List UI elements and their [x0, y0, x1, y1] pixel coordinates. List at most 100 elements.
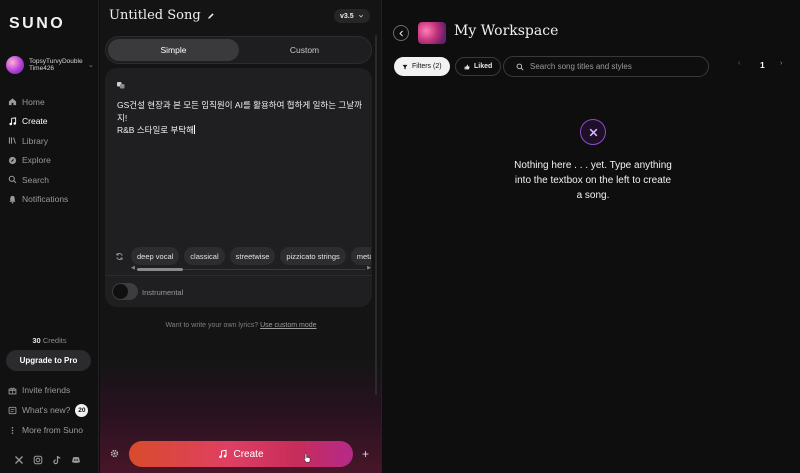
create-panel: Untitled Song v3.5 Simple Custom GS건설 현장… — [100, 0, 382, 473]
invite-friends-label: Invite friends — [22, 385, 71, 395]
nav-item-label: Search — [22, 174, 49, 185]
discord-icon[interactable] — [71, 455, 81, 465]
main-nav: Home Create Library Explore Search Notif… — [8, 92, 94, 209]
nav-item-search[interactable]: Search — [8, 170, 94, 190]
search-icon — [516, 63, 524, 71]
newspaper-icon — [8, 406, 17, 414]
style-chips: deep vocal classical streetwise pizzicat… — [131, 247, 371, 267]
whats-new-label: What's new? — [22, 405, 71, 415]
prompt-card: GS건설 현장과 본 모든 임직원이 AI를 활용하여 협하게 일하는 그날까지… — [105, 68, 372, 307]
style-chip[interactable]: metal — [350, 247, 371, 265]
workspace-thumbnail — [418, 22, 446, 44]
chevron-left-icon — [398, 30, 403, 36]
gear-icon[interactable] — [110, 449, 119, 458]
compass-icon — [8, 156, 17, 164]
nav-item-label: Explore — [22, 155, 51, 166]
scroll-right-icon[interactable]: ▶ — [367, 265, 371, 271]
search-icon — [8, 175, 17, 184]
invite-friends-link[interactable]: Invite friends — [8, 380, 94, 400]
shuffle-prompt-icon[interactable] — [116, 80, 126, 90]
model-version-select[interactable]: v3.5 — [334, 9, 370, 23]
library-icon — [8, 137, 16, 144]
chevron-left-icon[interactable]: ‹ — [738, 60, 740, 67]
tab-custom[interactable]: Custom — [239, 39, 370, 61]
chevron-right-icon[interactable]: › — [780, 60, 782, 67]
home-icon — [8, 98, 17, 106]
nav-item-label: Library — [22, 135, 48, 146]
bell-icon — [9, 195, 16, 204]
text-caret — [193, 125, 195, 134]
tab-simple[interactable]: Simple — [108, 39, 239, 61]
credits-count: 30 — [32, 336, 41, 345]
workspace: My Workspace Filters (2) Liked ‹ 1 › Not… — [383, 0, 800, 473]
social-links — [14, 455, 81, 465]
nav-item-library[interactable]: Library — [8, 131, 94, 151]
more-vertical-icon — [11, 426, 14, 434]
bottom-nav: Invite friends What's new? 20 More from … — [8, 380, 94, 440]
pencil-icon[interactable] — [207, 12, 215, 20]
x-icon[interactable] — [14, 455, 24, 465]
scroll-thumb[interactable] — [137, 268, 183, 271]
nav-item-home[interactable]: Home — [8, 92, 94, 112]
style-chip[interactable]: classical — [184, 247, 225, 265]
song-search[interactable] — [503, 56, 709, 77]
nav-item-create[interactable]: Create — [8, 112, 94, 132]
add-icon[interactable]: + — [362, 447, 369, 461]
user-menu[interactable]: TopsyTurvyDoubleTime426 ⌄ — [6, 56, 94, 74]
song-description-input[interactable]: GS건설 현장과 본 모든 임직원이 AI를 활용하여 협하게 일하는 그날까지… — [117, 99, 365, 137]
song-title-text: Untitled Song — [109, 8, 201, 23]
refresh-styles-icon[interactable] — [115, 252, 124, 261]
user-name: TopsyTurvyDoubleTime426 — [29, 57, 83, 73]
hand-cursor-icon — [303, 453, 311, 463]
more-from-suno-label: More from Suno — [22, 425, 83, 435]
music-sparkle-icon — [219, 449, 227, 459]
back-button[interactable] — [393, 25, 409, 41]
style-chip[interactable]: streetwise — [229, 247, 276, 265]
whats-new-link[interactable]: What's new? 20 — [8, 400, 94, 420]
liked-label: Liked — [474, 63, 493, 70]
instagram-icon[interactable] — [33, 455, 43, 465]
chips-scrollbar[interactable]: ◀ ▶ — [131, 265, 371, 271]
filter-icon — [402, 64, 408, 69]
more-from-suno-link[interactable]: More from Suno — [8, 420, 94, 440]
nav-item-notifications[interactable]: Notifications — [8, 190, 94, 210]
panel-scrollbar[interactable] — [375, 35, 377, 395]
toggle-knob — [113, 284, 128, 299]
mode-tabs: Simple Custom — [105, 36, 372, 64]
nav-item-label: Home — [22, 96, 45, 107]
divider — [105, 275, 372, 276]
liked-button[interactable]: Liked — [455, 57, 502, 76]
suno-logo[interactable]: SUNO — [9, 15, 65, 33]
empty-state-icon — [580, 119, 606, 145]
nav-item-explore[interactable]: Explore — [8, 151, 94, 171]
create-button[interactable]: Create — [129, 441, 353, 467]
nav-item-label: Notifications — [22, 194, 69, 205]
song-description-text: GS건설 현장과 본 모든 임직원이 AI를 활용하여 협하게 일하는 그날까지… — [117, 100, 362, 135]
create-button-label: Create — [233, 448, 264, 460]
use-custom-mode-link[interactable]: Use custom mode — [260, 322, 316, 329]
search-input[interactable] — [530, 62, 700, 71]
lyrics-hint: Want to write your own lyrics? Use custo… — [100, 322, 382, 329]
chevron-down-icon: ⌄ — [88, 62, 94, 69]
filters-label: Filters (2) — [412, 63, 442, 70]
tiktok-icon[interactable] — [52, 455, 62, 465]
scroll-left-icon[interactable]: ◀ — [131, 265, 135, 271]
instrumental-label: Instrumental — [142, 288, 184, 297]
upgrade-to-pro-button[interactable]: Upgrade to Pro — [6, 350, 91, 371]
music-note-icon — [9, 117, 17, 126]
sidebar: SUNO TopsyTurvyDoubleTime426 ⌄ Home Crea… — [0, 0, 99, 473]
style-chip[interactable]: deep vocal — [131, 247, 180, 265]
model-version-label: v3.5 — [340, 12, 354, 20]
song-title[interactable]: Untitled Song — [109, 8, 215, 23]
instrumental-toggle[interactable] — [112, 283, 138, 300]
avatar — [6, 56, 24, 74]
nav-item-label: Create — [22, 116, 48, 127]
style-chip[interactable]: pizzicato strings — [280, 247, 346, 265]
credits-label: Credits — [42, 336, 67, 345]
empty-state-message: Nothing here . . . yet. Type anything in… — [514, 160, 672, 201]
filters-button[interactable]: Filters (2) — [394, 57, 450, 76]
chevron-down-icon — [358, 14, 363, 18]
workspace-title[interactable]: My Workspace — [454, 23, 558, 39]
thumbs-up-icon — [464, 64, 470, 69]
gift-icon — [8, 387, 17, 394]
